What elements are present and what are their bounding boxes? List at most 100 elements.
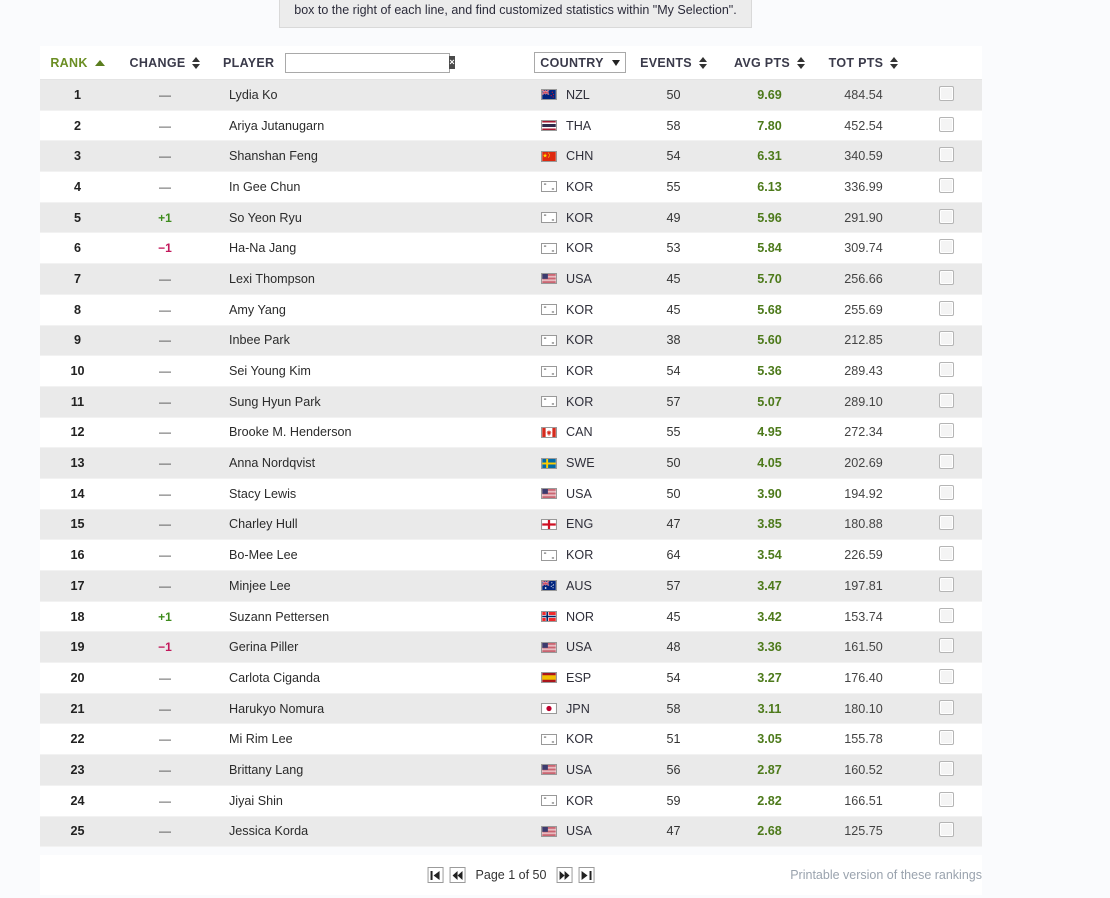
- row-select-checkbox[interactable]: [939, 822, 954, 837]
- cell-select[interactable]: [910, 80, 982, 111]
- cell-select[interactable]: [910, 478, 982, 509]
- row-select-checkbox[interactable]: [939, 239, 954, 254]
- row-select-checkbox[interactable]: [939, 792, 954, 807]
- cell-player-name[interactable]: Mi Rim Lee: [215, 724, 535, 755]
- table-row[interactable]: 14—Stacy LewisUSA503.90194.92: [40, 478, 982, 509]
- row-select-checkbox[interactable]: [939, 730, 954, 745]
- cell-select[interactable]: [910, 141, 982, 172]
- table-row[interactable]: 20—Carlota CigandaESP543.27176.40: [40, 663, 982, 694]
- row-select-checkbox[interactable]: [939, 209, 954, 224]
- cell-select[interactable]: [910, 632, 982, 663]
- cell-select[interactable]: [910, 693, 982, 724]
- row-select-checkbox[interactable]: [939, 423, 954, 438]
- table-row[interactable]: 1—Lydia KoNZL509.69484.54: [40, 80, 982, 111]
- table-row[interactable]: 9—Inbee ParkKOR385.60212.85: [40, 325, 982, 356]
- table-row[interactable]: 18+1Suzann PettersenNOR453.42153.74: [40, 601, 982, 632]
- cell-select[interactable]: [910, 264, 982, 295]
- sort-toggle-icon[interactable]: [890, 57, 898, 69]
- cell-player-name[interactable]: Brooke M. Henderson: [215, 417, 535, 448]
- previous-page-button[interactable]: [450, 867, 466, 883]
- cell-player-name[interactable]: Lydia Ko: [215, 80, 535, 111]
- column-header-tot-pts[interactable]: TOT PTS: [817, 46, 910, 80]
- cell-player-name[interactable]: Suzann Pettersen: [215, 601, 535, 632]
- row-select-checkbox[interactable]: [939, 761, 954, 776]
- table-row[interactable]: 6−1Ha-Na JangKOR535.84309.74: [40, 233, 982, 264]
- row-select-checkbox[interactable]: [939, 577, 954, 592]
- cell-player-name[interactable]: Ha-Na Jang: [215, 233, 535, 264]
- cell-player-name[interactable]: Harukyo Nomura: [215, 693, 535, 724]
- column-header-change[interactable]: CHANGE: [115, 46, 215, 80]
- row-select-checkbox[interactable]: [939, 178, 954, 193]
- first-page-button[interactable]: [428, 867, 444, 883]
- cell-select[interactable]: [910, 110, 982, 141]
- column-header-avg-pts[interactable]: AVG PTS: [722, 46, 817, 80]
- cell-select[interactable]: [910, 785, 982, 816]
- cell-player-name[interactable]: Lexi Thompson: [215, 264, 535, 295]
- cell-player-name[interactable]: Jiyai Shin: [215, 785, 535, 816]
- row-select-checkbox[interactable]: [939, 608, 954, 623]
- table-row[interactable]: 19−1Gerina PillerUSA483.36161.50: [40, 632, 982, 663]
- cell-select[interactable]: [910, 601, 982, 632]
- table-row[interactable]: 2—Ariya JutanugarnTHA587.80452.54: [40, 110, 982, 141]
- row-select-checkbox[interactable]: [939, 700, 954, 715]
- last-page-button[interactable]: [578, 867, 594, 883]
- cell-player-name[interactable]: Sung Hyun Park: [215, 386, 535, 417]
- cell-select[interactable]: [910, 571, 982, 602]
- cell-player-name[interactable]: Amy Yang: [215, 294, 535, 325]
- table-row[interactable]: 25—Jessica KordaUSA472.68125.75: [40, 816, 982, 847]
- table-row[interactable]: 13—Anna NordqvistSWE504.05202.69: [40, 448, 982, 479]
- table-row[interactable]: 8—Amy YangKOR455.68255.69: [40, 294, 982, 325]
- column-header-rank[interactable]: RANK: [40, 46, 115, 80]
- table-row[interactable]: 3—Shanshan FengCHN546.31340.59: [40, 141, 982, 172]
- sort-toggle-icon[interactable]: [797, 57, 805, 69]
- row-select-checkbox[interactable]: [939, 331, 954, 346]
- cell-select[interactable]: [910, 663, 982, 694]
- cell-player-name[interactable]: Shanshan Feng: [215, 141, 535, 172]
- cell-select[interactable]: [910, 294, 982, 325]
- sort-toggle-icon[interactable]: [699, 57, 707, 69]
- cell-player-name[interactable]: In Gee Chun: [215, 172, 535, 203]
- column-header-events[interactable]: EVENTS: [625, 46, 722, 80]
- cell-select[interactable]: [910, 509, 982, 540]
- row-select-checkbox[interactable]: [939, 86, 954, 101]
- row-select-checkbox[interactable]: [939, 638, 954, 653]
- cell-player-name[interactable]: Gerina Piller: [215, 632, 535, 663]
- row-select-checkbox[interactable]: [939, 362, 954, 377]
- row-select-checkbox[interactable]: [939, 454, 954, 469]
- table-row[interactable]: 12—Brooke M. HendersonCAN554.95272.34: [40, 417, 982, 448]
- table-row[interactable]: 10—Sei Young KimKOR545.36289.43: [40, 356, 982, 387]
- table-row[interactable]: 22—Mi Rim LeeKOR513.05155.78: [40, 724, 982, 755]
- row-select-checkbox[interactable]: [939, 270, 954, 285]
- cell-select[interactable]: [910, 540, 982, 571]
- cell-select[interactable]: [910, 755, 982, 786]
- table-row[interactable]: 23—Brittany LangUSA562.87160.52: [40, 755, 982, 786]
- cell-select[interactable]: [910, 386, 982, 417]
- row-select-checkbox[interactable]: [939, 669, 954, 684]
- row-select-checkbox[interactable]: [939, 546, 954, 561]
- cell-select[interactable]: [910, 816, 982, 847]
- row-select-checkbox[interactable]: [939, 515, 954, 530]
- row-select-checkbox[interactable]: [939, 393, 954, 408]
- cell-player-name[interactable]: Minjee Lee: [215, 571, 535, 602]
- sort-toggle-icon[interactable]: [192, 57, 200, 69]
- cell-player-name[interactable]: Inbee Park: [215, 325, 535, 356]
- next-page-button[interactable]: [556, 867, 572, 883]
- cell-player-name[interactable]: So Yeon Ryu: [215, 202, 535, 233]
- player-search-box[interactable]: ×: [285, 53, 450, 73]
- row-select-checkbox[interactable]: [939, 117, 954, 132]
- cell-select[interactable]: [910, 724, 982, 755]
- cell-select[interactable]: [910, 325, 982, 356]
- table-row[interactable]: 21—Harukyo NomuraJPN583.11180.10: [40, 693, 982, 724]
- cell-select[interactable]: [910, 448, 982, 479]
- cell-player-name[interactable]: Brittany Lang: [215, 755, 535, 786]
- row-select-checkbox[interactable]: [939, 147, 954, 162]
- cell-player-name[interactable]: Stacy Lewis: [215, 478, 535, 509]
- table-row[interactable]: 15—Charley HullENG473.85180.88: [40, 509, 982, 540]
- cell-player-name[interactable]: Charley Hull: [215, 509, 535, 540]
- country-filter-dropdown[interactable]: COUNTRY: [534, 52, 625, 73]
- table-row[interactable]: 11—Sung Hyun ParkKOR575.07289.10: [40, 386, 982, 417]
- cell-select[interactable]: [910, 202, 982, 233]
- table-row[interactable]: 5+1So Yeon RyuKOR495.96291.90: [40, 202, 982, 233]
- cell-player-name[interactable]: Sei Young Kim: [215, 356, 535, 387]
- row-select-checkbox[interactable]: [939, 301, 954, 316]
